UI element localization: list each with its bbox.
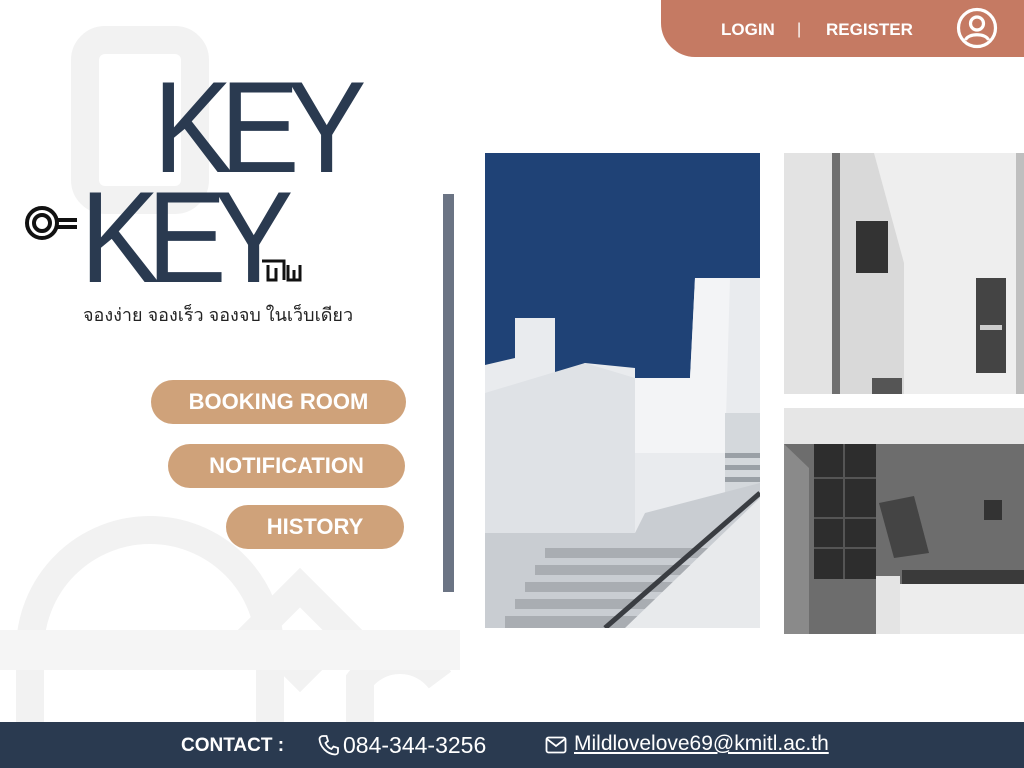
architecture-photo-main — [485, 153, 760, 628]
vertical-divider — [443, 194, 454, 592]
key-icon — [25, 206, 77, 240]
tagline: จองง่าย จองเร็ว จองจบ ในเว็บเดียว — [83, 305, 354, 325]
history-button[interactable]: HISTORY — [226, 505, 404, 549]
footer-contact-bar: CONTACT : 084-344-3256 Mildlovelove69@km… — [0, 722, 1024, 768]
top-nav-bar: LOGIN | REGISTER — [661, 0, 1024, 57]
login-link[interactable]: LOGIN — [721, 20, 775, 40]
logo-text-bottom: KEY — [80, 164, 294, 310]
booking-room-button[interactable]: BOOKING ROOM — [151, 380, 406, 424]
nav-separator: | — [797, 21, 802, 38]
architecture-photo-top-right — [784, 153, 1024, 394]
architecture-photo-bottom-right — [784, 408, 1024, 634]
thai-glyph-mark — [262, 259, 302, 282]
email-link[interactable]: Mildlovelove69@kmitl.ac.th — [574, 732, 829, 756]
contact-label: CONTACT : — [181, 735, 285, 756]
phone-icon — [318, 735, 339, 756]
notification-button[interactable]: NOTIFICATION — [168, 444, 405, 488]
user-circle-icon[interactable] — [956, 7, 998, 49]
phone-number[interactable]: 084-344-3256 — [343, 732, 486, 759]
register-link[interactable]: REGISTER — [826, 20, 913, 40]
mail-icon — [545, 736, 567, 754]
